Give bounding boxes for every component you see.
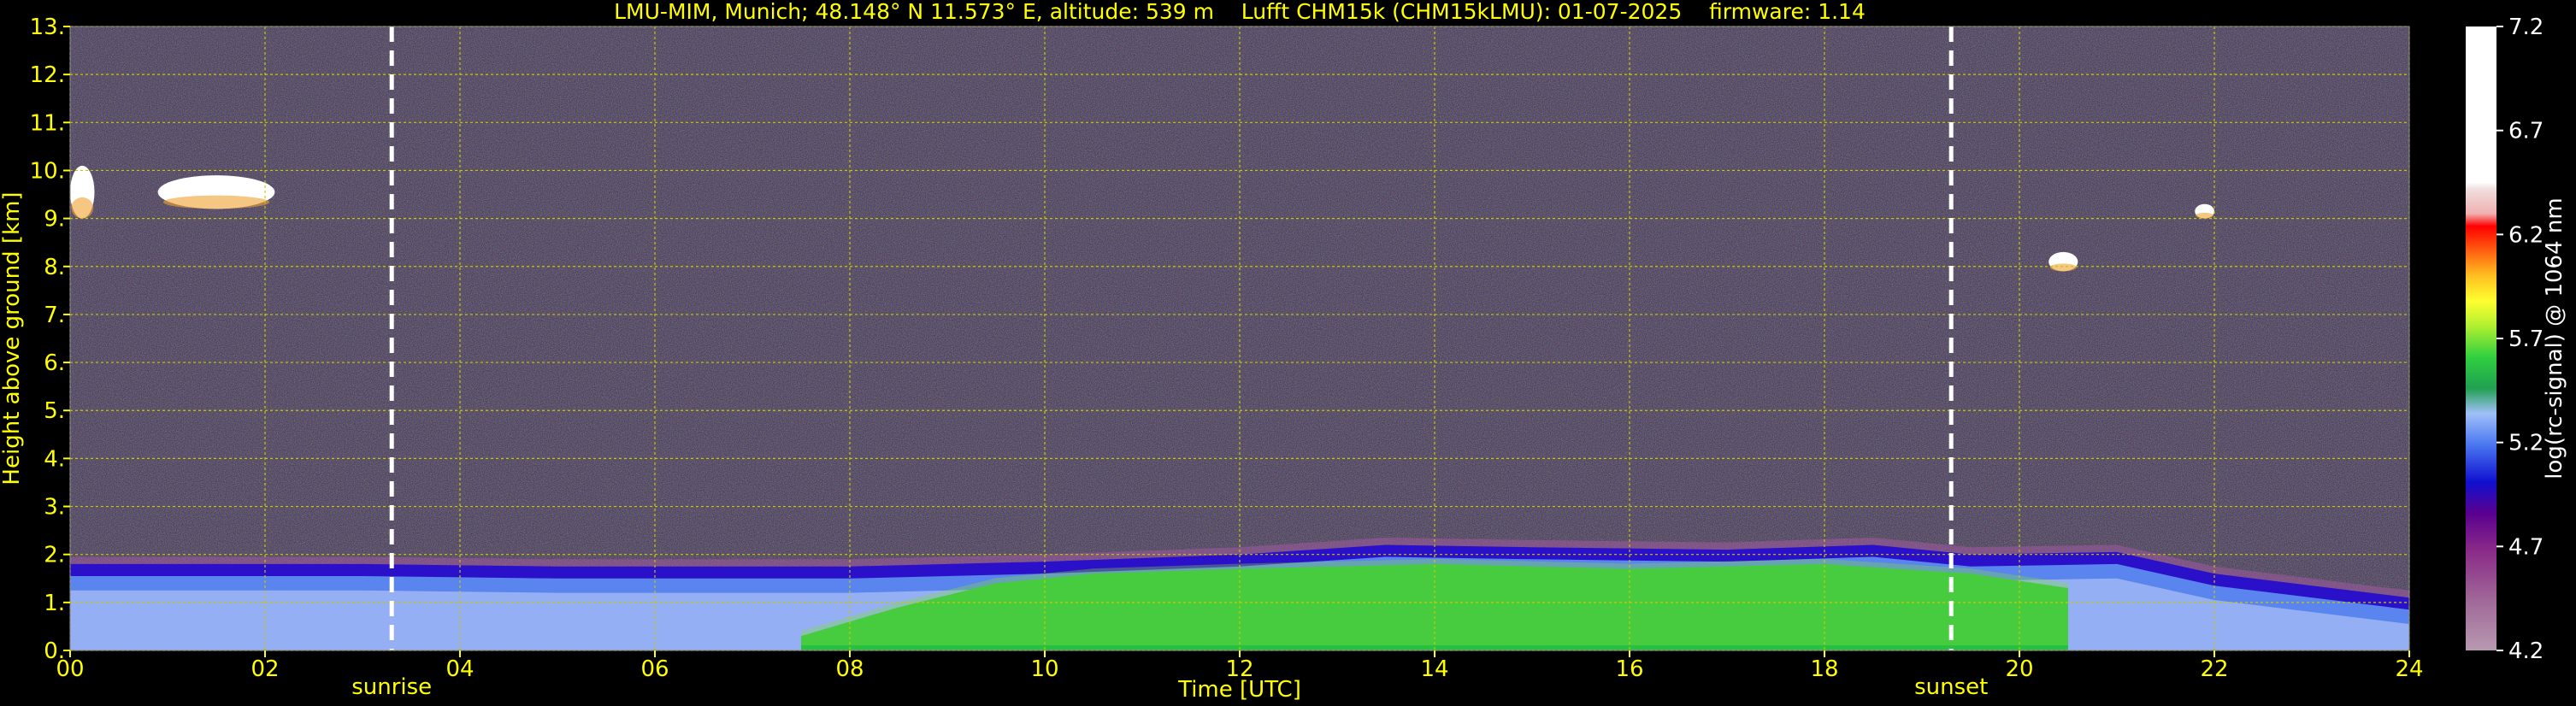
cirrus-cloud-edge-3 <box>2196 212 2213 219</box>
x-tick-label: 02 <box>251 656 279 682</box>
x-tick-label: 22 <box>2200 656 2228 682</box>
x-tick-label: 24 <box>2395 656 2423 682</box>
cirrus-cloud-edge-0 <box>71 197 94 219</box>
x-tick-label: 08 <box>835 656 864 682</box>
y-tick-label: 4. <box>44 446 65 472</box>
y-tick-label: 3. <box>44 495 65 521</box>
y-tick-label: 1. <box>44 591 65 616</box>
colorbar-tick-label: 4.2 <box>2508 638 2544 664</box>
sunrise-label: sunrise <box>351 674 432 700</box>
chart-title: LMU-MIM, Munich; 48.148° N 11.573° E, al… <box>614 0 1866 24</box>
y-tick-label: 13. <box>30 15 65 40</box>
x-tick-label: 20 <box>2005 656 2033 682</box>
x-tick-label: 18 <box>1810 656 1838 682</box>
x-tick-label: 16 <box>1615 656 1643 682</box>
y-tick-label: 6. <box>44 350 65 376</box>
x-tick-label: 06 <box>640 656 669 682</box>
colorbar-tick-label: 6.2 <box>2508 222 2544 248</box>
colorbar-tick-label: 5.2 <box>2508 431 2544 456</box>
y-axis-label: Height above ground [km] <box>0 191 25 485</box>
y-tick-labels: 0. 1. 2. 3. 4. 5. 6. 7. 8. 9. 10. 11. 12. 13. <box>30 15 70 664</box>
x-axis-label: Time [UTC] <box>1177 677 1301 703</box>
y-tick-label: 7. <box>44 303 65 328</box>
colorbar-tick-label: 5.7 <box>2508 327 2544 352</box>
colorbar: 4.2 4.7 5.2 5.7 6.2 6.7 7.2 log(rc-signal) @ 1… <box>2466 15 2567 664</box>
colorbar-label: log(rc-signal) @ 1064 nm <box>2542 197 2567 479</box>
x-tick-label: 10 <box>1030 656 1058 682</box>
colorbar-gradient <box>2466 26 2496 650</box>
y-tick-label: 9. <box>44 207 65 232</box>
colorbar-tick-labels: 4.2 4.7 5.2 5.7 6.2 6.7 7.2 <box>2496 15 2544 664</box>
y-tick-label: 11. <box>30 110 65 136</box>
colorbar-tick-label: 4.7 <box>2508 534 2544 560</box>
colorbar-tick-label: 7.2 <box>2508 15 2544 40</box>
y-tick-label: 12. <box>30 62 65 88</box>
y-tick-label: 5. <box>44 398 65 424</box>
x-tick-label: 14 <box>1420 656 1448 682</box>
cirrus-cloud-edge-1 <box>162 195 270 209</box>
sunset-label: sunset <box>1914 674 1988 700</box>
cirrus-cloud-edge-2 <box>2049 263 2077 272</box>
y-tick-label: 2. <box>44 543 65 568</box>
y-tick-label: 10. <box>30 158 65 184</box>
y-tick-label: 0. <box>44 638 65 664</box>
y-tick-label: 8. <box>44 255 65 280</box>
x-tick-label: 04 <box>445 656 474 682</box>
plot-area: sunrise sunset <box>69 26 2410 700</box>
colorbar-tick-label: 6.7 <box>2508 119 2544 144</box>
ceilometer-chart: sunrise sunset 00 02 04 06 08 10 12 14 16 18 20 22 24… <box>0 0 2567 703</box>
